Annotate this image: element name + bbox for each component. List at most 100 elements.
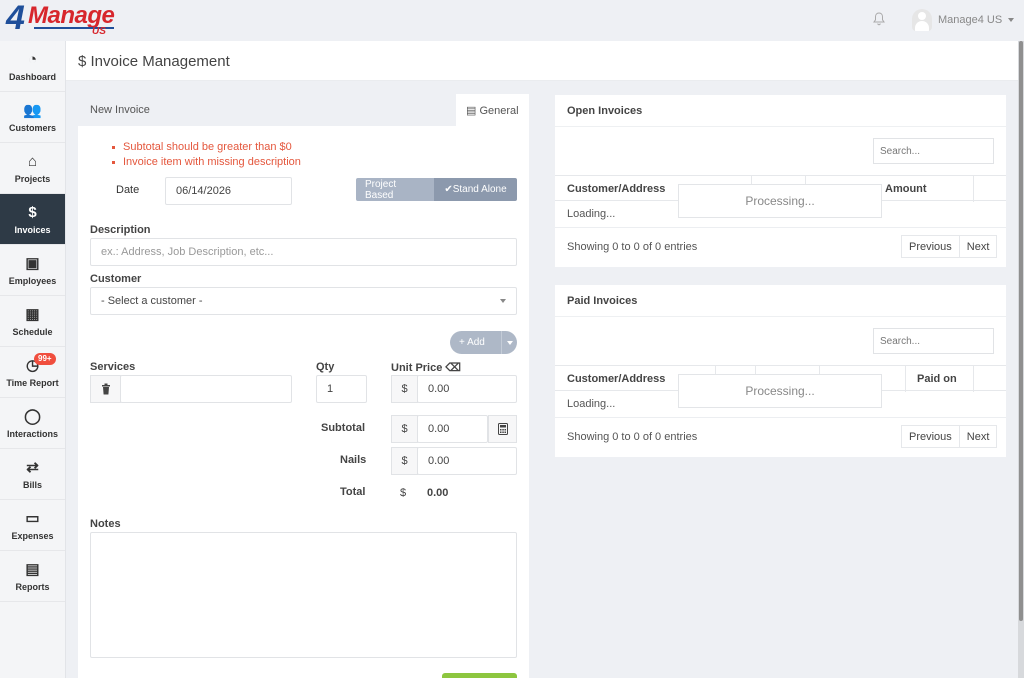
chevron-down-icon [506,340,513,345]
page-header: $ Invoice Management [66,41,1019,81]
nails-label: Nails [340,454,367,466]
subtotal-input: 0.00 [417,415,488,443]
tab-general-label: General [479,105,519,117]
services-label: Services [90,361,136,373]
save-button[interactable] [442,673,517,678]
sidebar-item-dashboard[interactable]: ◔ Dashboard [0,41,65,92]
unit-price-text: Unit Price [391,362,443,374]
invoice-tab-bar: New Invoice ▤ General [78,94,529,126]
sidebar: ◔ Dashboard 👥 Customers ⌂ Projects $ Invoice… [0,41,66,678]
add-item-button[interactable]: + Add [450,331,517,354]
sidebar-item-interactions[interactable]: ◯ Interactions [0,398,65,449]
nails-input[interactable]: 0.00 [417,447,517,475]
customer-select-value: - Select a customer - [101,295,203,307]
excel-file-icon: ▤ [25,560,40,578]
notes-textarea[interactable] [90,532,517,658]
invoice-form-card: New Invoice ▤ General Subtotal should be… [78,94,529,678]
sidebar-item-customers[interactable]: 👥 Customers [0,92,65,143]
paid-invoices-card: Paid Invoices Search... Customer/Address… [555,285,1006,457]
calculator-icon[interactable] [488,415,517,443]
processing-indicator: Processing... [678,374,882,408]
qty-input[interactable]: 1 [316,375,367,403]
paid-invoices-search-input[interactable]: Search... [873,328,994,354]
scrollbar-thumb[interactable] [1019,41,1023,621]
sidebar-item-label: Invoices [14,224,51,235]
table-info: Showing 0 to 0 of 0 entries [567,431,698,443]
user-menu[interactable]: Manage4 US [912,8,1015,32]
customer-select[interactable]: - Select a customer - [90,287,517,315]
page-scrollbar[interactable] [1018,41,1024,678]
customer-label: Customer [90,273,142,285]
users-icon: 👥 [23,101,42,119]
bell-icon[interactable] [872,12,886,28]
service-description-input[interactable] [120,375,292,403]
currency-addon: $ [391,415,418,443]
top-bar: 4 Manage US Manage4 US [0,0,1024,41]
sidebar-item-label: Projects [14,173,51,184]
notes-label: Notes [90,518,121,530]
home-icon: ⌂ [27,152,38,170]
chat-icon: ◯ [24,407,41,425]
sidebar-item-projects[interactable]: ⌂ Projects [0,143,65,194]
total-currency: $ [400,487,407,499]
project-based-button[interactable]: Project Based [356,178,434,201]
stand-alone-button[interactable]: ✔Stand Alone [434,178,517,201]
validation-errors: Subtotal should be greater than $0 Invoi… [112,140,301,170]
description-input[interactable]: ex.: Address, Job Description, etc... [90,238,517,266]
sidebar-item-time-report[interactable]: 99+ ◷ Time Report [0,347,65,398]
sidebar-item-label: Employees [8,275,57,286]
unit-price-input[interactable]: 0.00 [417,375,517,403]
next-button[interactable]: Next [959,235,998,258]
column-customer-address[interactable]: Customer/Address [567,183,665,195]
description-placeholder: ex.: Address, Job Description, etc... [101,246,274,258]
previous-button[interactable]: Previous [901,235,960,258]
logo-four: 4 [6,0,25,37]
column-amount[interactable]: Amount [885,183,927,195]
unit-price-label: Unit Price ⌫ [391,361,461,374]
open-invoices-title: Open Invoices [555,95,1006,127]
sidebar-item-invoices[interactable]: $ Invoices [0,194,65,245]
add-item-dropdown[interactable] [501,331,517,354]
user-name: Manage4 US [938,14,1003,26]
column-customer-address[interactable]: Customer/Address [567,373,665,385]
currency-addon: $ [391,447,418,475]
sidebar-item-reports[interactable]: ▤ Reports [0,551,65,602]
logo-suffix: US [92,26,106,37]
sidebar-item-bills[interactable]: ⇄ Bills [0,449,65,500]
sidebar-item-label: Reports [15,581,50,592]
sidebar-item-label: Bills [22,479,42,490]
chevron-down-icon [1008,18,1015,22]
divider [555,227,1006,228]
chevron-down-icon [500,299,506,303]
previous-button[interactable]: Previous [901,425,960,448]
sidebar-item-label: Customers [8,122,56,133]
sidebar-item-expenses[interactable]: ▭ Expenses [0,500,65,551]
open-invoices-search-input[interactable]: Search... [873,138,994,164]
trash-icon[interactable] [90,375,121,403]
divider [555,417,1006,418]
tab-new-invoice[interactable]: New Invoice [78,94,456,126]
retweet-icon: ⇄ [26,458,39,476]
document-icon: ▤ [466,105,477,117]
column-divider [973,366,974,392]
sidebar-item-label: Expenses [11,530,54,541]
next-button[interactable]: Next [959,425,998,448]
open-invoices-card: Open Invoices Search... Customer/Address… [555,95,1006,267]
error-message: Subtotal should be greater than $0 [112,140,301,155]
currency-addon: $ [391,375,418,403]
sidebar-item-label: Schedule [12,326,53,337]
tab-general[interactable]: ▤ General [456,94,529,126]
invoice-mode-toggle: Project Based ✔Stand Alone [356,178,517,201]
table-info: Showing 0 to 0 of 0 entries [567,241,698,253]
processing-indicator: Processing... [678,184,882,218]
date-field[interactable]: 06/14/2026 [165,177,292,205]
sidebar-item-schedule[interactable]: ▦ Schedule [0,296,65,347]
sidebar-item-employees[interactable]: ▣ Employees [0,245,65,296]
gauge-icon: ◔ [27,50,38,68]
subtotal-label: Subtotal [321,422,365,434]
eraser-icon[interactable]: ⌫ [445,362,461,374]
add-item-label: + Add [459,337,485,348]
paid-invoices-title: Paid Invoices [555,285,1006,317]
column-paid-on[interactable]: Paid on [917,373,957,385]
app-logo[interactable]: 4 Manage US [6,0,116,38]
